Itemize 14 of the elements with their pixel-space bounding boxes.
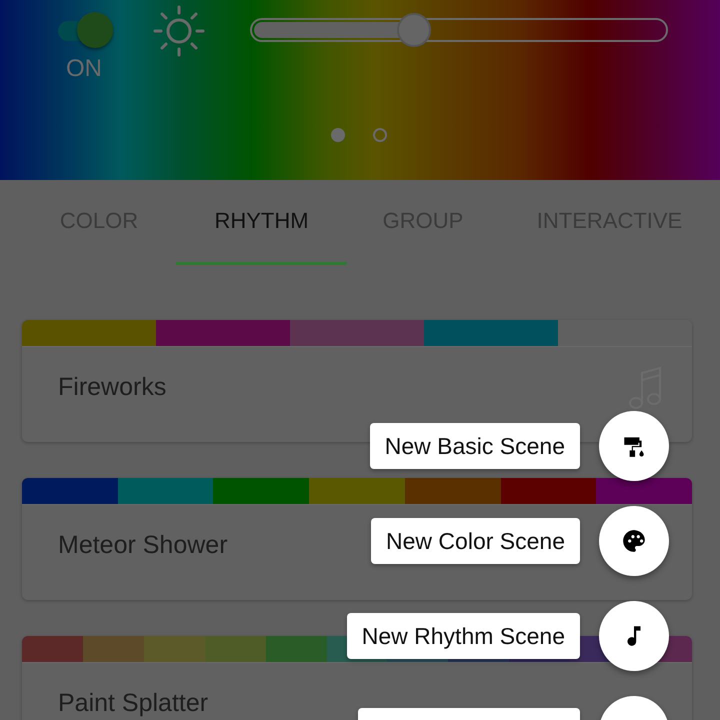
scene-name: Meteor Shower [58, 533, 228, 558]
page-dot[interactable] [331, 128, 345, 142]
slider-thumb[interactable] [396, 13, 431, 47]
brightness-icon [152, 4, 206, 58]
palette-icon [621, 528, 647, 554]
power-label: ON [66, 56, 102, 82]
page-dot[interactable] [373, 128, 387, 142]
scene-name: Paint Splatter [58, 691, 208, 716]
action-tooltip[interactable]: New Basic Scene [370, 423, 580, 469]
scene-name: Fireworks [58, 375, 166, 400]
action-tooltip[interactable]: New Color Scene [371, 518, 580, 564]
action-fab-menu[interactable] [599, 601, 669, 671]
action-tooltip[interactable]: New Rhythm Scene [346, 613, 580, 659]
tab[interactable]: RHYTHM [176, 180, 347, 265]
